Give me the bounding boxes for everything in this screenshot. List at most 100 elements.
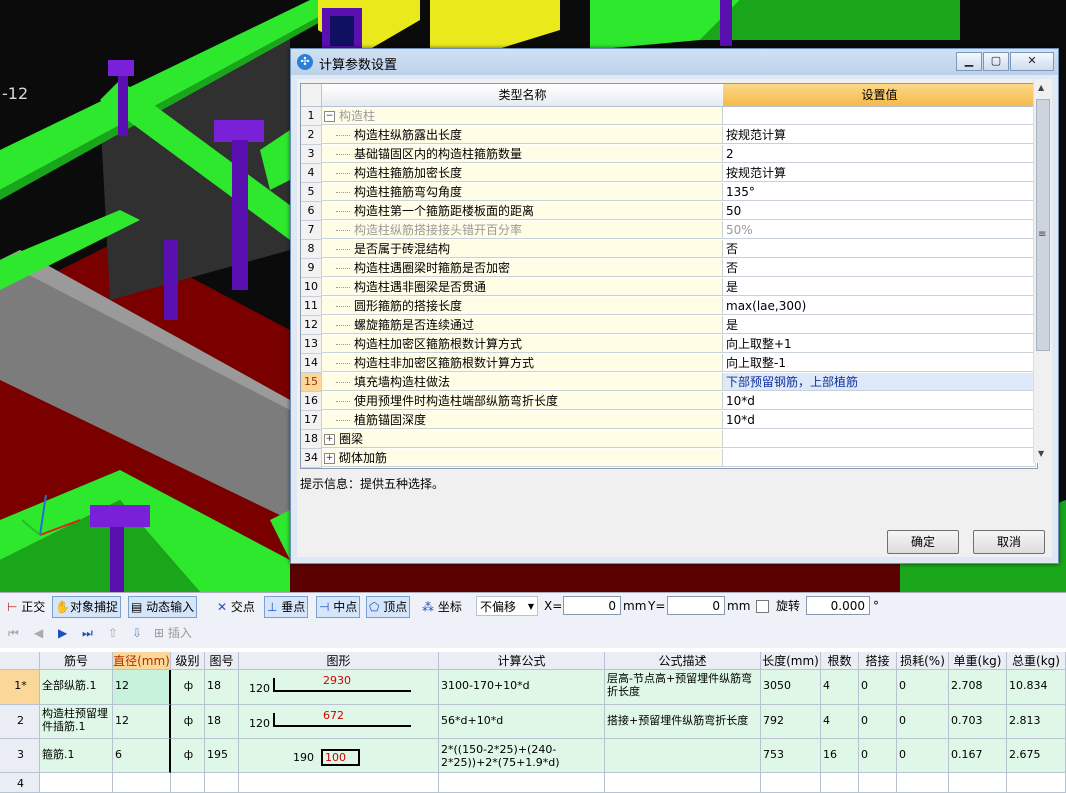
- scroll-thumb[interactable]: [1036, 99, 1050, 351]
- param-value-cell[interactable]: [723, 107, 1036, 125]
- param-name-cell[interactable]: 螺旋箍筋是否连续通过: [322, 316, 723, 334]
- param-value-cell[interactable]: 向上取整-1: [723, 354, 1036, 372]
- coordinate-snap-button[interactable]: ⁂ 坐标: [419, 596, 465, 618]
- param-name-cell[interactable]: 构造柱第一个箍筋距楼板面的距离: [322, 202, 723, 220]
- param-name-cell[interactable]: + 圈梁: [322, 430, 723, 448]
- header-lap[interactable]: 搭接: [859, 652, 897, 670]
- rebar-shape-figure[interactable]: [239, 773, 439, 793]
- param-row[interactable]: 9 构造柱遇圈梁时箍筋是否加密 否: [301, 259, 1037, 278]
- rebar-fig-no[interactable]: 18: [205, 705, 239, 739]
- header-fig-no[interactable]: 图号: [205, 652, 239, 670]
- param-name-cell[interactable]: 填充墙构造柱做法: [322, 373, 723, 391]
- param-name-cell[interactable]: 基础锚固区内的构造柱箍筋数量: [322, 145, 723, 163]
- param-name-cell[interactable]: 构造柱箍筋弯勾角度: [322, 183, 723, 201]
- scroll-up-icon[interactable]: ▲: [1038, 83, 1044, 92]
- cancel-button[interactable]: 取消: [973, 530, 1045, 554]
- last-record-icon[interactable]: ⏭: [82, 623, 93, 643]
- close-button[interactable]: ✕: [1010, 52, 1054, 71]
- rebar-formula[interactable]: 56*d+10*d: [439, 705, 605, 739]
- rotate-angle-input[interactable]: 0.000: [806, 596, 870, 615]
- rebar-formula[interactable]: 2*((150-2*25)+(240-2*25))+2*(75+1.9*d): [439, 739, 605, 773]
- rebar-grade[interactable]: ф: [171, 670, 205, 705]
- vertex-snap-button[interactable]: ⬠ 顶点: [366, 596, 411, 618]
- param-row[interactable]: 18 + 圈梁: [301, 430, 1037, 449]
- rebar-formula[interactable]: [439, 773, 605, 793]
- rotate-checkbox[interactable]: [756, 600, 769, 613]
- rebar-lap[interactable]: 0: [859, 670, 897, 705]
- maximize-button[interactable]: ▢: [983, 52, 1009, 71]
- header-diameter[interactable]: 直径(mm): [113, 652, 171, 670]
- param-name-cell[interactable]: − 构造柱: [322, 107, 723, 125]
- param-value-cell[interactable]: 是: [723, 278, 1036, 296]
- param-row[interactable]: 3 基础锚固区内的构造柱箍筋数量 2: [301, 145, 1037, 164]
- param-row[interactable]: 14 构造柱非加密区箍筋根数计算方式 向上取整-1: [301, 354, 1037, 373]
- collapse-icon[interactable]: −: [324, 111, 335, 122]
- rebar-length[interactable]: [761, 773, 821, 793]
- minimize-button[interactable]: ▁: [956, 52, 982, 71]
- rebar-loss[interactable]: 0: [897, 705, 949, 739]
- x-coordinate-input[interactable]: 0: [563, 596, 621, 615]
- param-name-cell[interactable]: 构造柱纵筋露出长度: [322, 126, 723, 144]
- param-row[interactable]: 16 使用预埋件时构造柱端部纵筋弯折长度 10*d: [301, 392, 1037, 411]
- header-setting-value[interactable]: 设置值: [723, 84, 1037, 107]
- rebar-unit-weight[interactable]: [949, 773, 1007, 793]
- param-row[interactable]: 13 构造柱加密区箍筋根数计算方式 向上取整+1: [301, 335, 1037, 354]
- header-type-name[interactable]: 类型名称: [322, 84, 724, 107]
- param-row[interactable]: 12 螺旋箍筋是否连续通过 是: [301, 316, 1037, 335]
- expand-icon[interactable]: +: [324, 453, 335, 464]
- header-bar-no[interactable]: 筋号: [40, 652, 113, 670]
- rebar-unit-weight[interactable]: 0.703: [949, 705, 1007, 739]
- header-shape[interactable]: 图形: [239, 652, 439, 670]
- param-name-cell[interactable]: 构造柱遇圈梁时箍筋是否加密: [322, 259, 723, 277]
- param-value-cell[interactable]: [723, 449, 1036, 467]
- first-record-icon[interactable]: ⏮: [8, 623, 19, 643]
- object-snap-button[interactable]: ✋对象捕捉: [52, 596, 121, 618]
- rebar-row-number[interactable]: 3: [0, 739, 40, 773]
- param-value-cell[interactable]: 是: [723, 316, 1036, 334]
- param-row[interactable]: 15 填充墙构造柱做法 下部预留钢筋，上部植筋: [301, 373, 1037, 392]
- param-name-cell[interactable]: 构造柱纵筋搭接接头错开百分率: [322, 221, 723, 239]
- rebar-row-number[interactable]: 1*: [0, 670, 40, 705]
- rebar-diameter[interactable]: 12: [113, 705, 171, 739]
- rebar-grade[interactable]: ф: [171, 705, 205, 739]
- rebar-diameter[interactable]: [113, 773, 171, 793]
- param-value-cell[interactable]: 按规范计算: [723, 164, 1036, 182]
- param-name-cell[interactable]: 构造柱箍筋加密长度: [322, 164, 723, 182]
- param-value-cell[interactable]: max(lae,300): [723, 297, 1036, 315]
- rebar-length[interactable]: 3050: [761, 670, 821, 705]
- param-row[interactable]: 6 构造柱第一个箍筋距楼板面的距离 50: [301, 202, 1037, 221]
- param-value-cell[interactable]: [723, 430, 1036, 448]
- param-row[interactable]: 17 植筋锚固深度 10*d: [301, 411, 1037, 430]
- insert-button[interactable]: ⊞ 插入: [154, 623, 192, 643]
- rebar-bar-name[interactable]: 全部纵筋.1: [40, 670, 113, 705]
- rebar-count[interactable]: 4: [821, 670, 859, 705]
- intersect-snap-button[interactable]: ✕ 交点: [214, 596, 258, 618]
- param-row[interactable]: 4 构造柱箍筋加密长度 按规范计算: [301, 164, 1037, 183]
- rebar-lap[interactable]: 0: [859, 739, 897, 773]
- param-value-cell[interactable]: 否: [723, 240, 1036, 258]
- header-total-weight[interactable]: 总重(kg): [1007, 652, 1066, 670]
- header-count[interactable]: 根数: [821, 652, 859, 670]
- header-grade[interactable]: 级别: [171, 652, 205, 670]
- rebar-lap[interactable]: 0: [859, 705, 897, 739]
- param-name-cell[interactable]: 是否属于砖混结构: [322, 240, 723, 258]
- param-name-cell[interactable]: 构造柱加密区箍筋根数计算方式: [322, 335, 723, 353]
- param-value-cell[interactable]: 10*d: [723, 411, 1036, 429]
- param-name-cell[interactable]: + 砌体加筋: [322, 449, 723, 467]
- rebar-formula-desc[interactable]: 层高-节点高+预留埋件纵筋弯折长度: [605, 670, 761, 705]
- param-row[interactable]: 11 圆形箍筋的搭接长度 max(lae,300): [301, 297, 1037, 316]
- rebar-bar-name[interactable]: 构造柱预留埋件插筋.1: [40, 705, 113, 739]
- move-up-icon[interactable]: ⇧: [108, 623, 118, 643]
- rebar-grade[interactable]: [171, 773, 205, 793]
- midpoint-snap-button[interactable]: ⊣ 中点: [316, 596, 361, 618]
- param-row[interactable]: 8 是否属于砖混结构 否: [301, 240, 1037, 259]
- prev-record-icon[interactable]: ◀: [34, 623, 43, 643]
- rebar-bar-name[interactable]: 箍筋.1: [40, 739, 113, 773]
- rebar-shape-figure[interactable]: 120 672: [239, 705, 439, 739]
- ortho-button[interactable]: ⊢ 正交: [4, 596, 48, 618]
- param-row[interactable]: 1− 构造柱: [301, 107, 1037, 126]
- expand-icon[interactable]: +: [324, 434, 335, 445]
- header-loss[interactable]: 损耗(%): [897, 652, 949, 670]
- rebar-count[interactable]: 4: [821, 705, 859, 739]
- param-name-cell[interactable]: 圆形箍筋的搭接长度: [322, 297, 723, 315]
